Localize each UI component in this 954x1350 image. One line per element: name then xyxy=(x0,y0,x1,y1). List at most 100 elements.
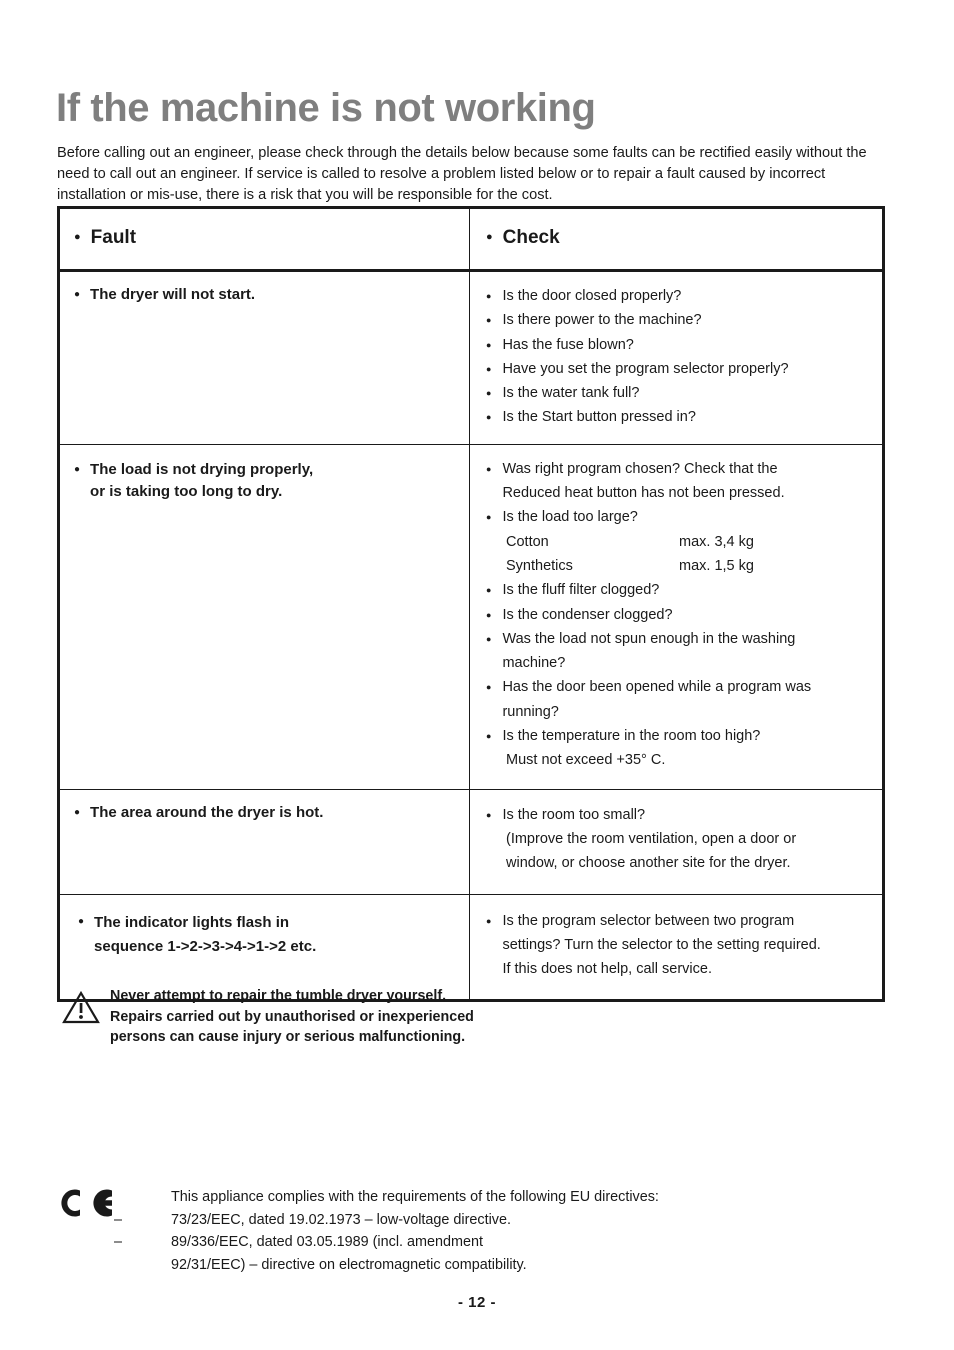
table-cell-fault: ● The load is not drying properly, or is… xyxy=(60,444,470,789)
bullet-icon: ● xyxy=(486,231,493,243)
bullet-icon: ● xyxy=(486,339,492,350)
bullet-icon: ● xyxy=(486,463,492,474)
column-header-fault: ● Fault xyxy=(74,227,459,249)
check-entry: ● Have you set the program selector prop… xyxy=(486,357,872,381)
table-header-row: ● Fault ● Check xyxy=(60,209,882,272)
column-header-check: ● Check xyxy=(486,227,872,249)
check-entry: ● Has the fuse blown? xyxy=(486,333,872,357)
check-entry: ● Is the Start button pressed in? xyxy=(486,405,872,429)
list-dash: – xyxy=(114,1234,123,1251)
column-header-fault-label: Fault xyxy=(90,227,137,248)
compliance-text: 73/23/EEC, dated 19.02.1973 – low-voltag… xyxy=(171,1211,511,1228)
table-header-cell-check: ● Check xyxy=(470,209,882,269)
check-text: Was the load not spun enough in the wash… xyxy=(502,630,796,672)
warning-block: Never attempt to repair the tumble dryer… xyxy=(62,986,474,1048)
check-entry: ● Is the room too small? xyxy=(486,803,872,827)
warning-triangle-icon xyxy=(62,990,100,1024)
check-text: Is the room too small? xyxy=(502,806,646,823)
table-cell-check: ● Is the room too small? (Improve the ro… xyxy=(470,790,882,894)
check-subitem-value: max. 1,5 kg xyxy=(679,557,754,574)
check-subitem-value: max. 3,4 kg xyxy=(679,533,754,550)
bullet-icon: ● xyxy=(486,388,492,399)
ce-mark-icon xyxy=(61,1189,112,1217)
compliance-lines: This appliance complies with the require… xyxy=(114,1186,884,1276)
bullet-icon: ● xyxy=(74,806,81,818)
bullet-icon: ● xyxy=(486,633,492,644)
check-entry: ● Is the door closed properly? xyxy=(486,284,872,308)
check-text: Is the door closed properly? xyxy=(502,288,682,304)
fault-text: The area around the dryer is hot. xyxy=(90,803,324,821)
check-list: ● Was right program chosen? Check that t… xyxy=(486,457,872,773)
bullet-icon: ● xyxy=(486,609,492,620)
list-dash: – xyxy=(114,1211,123,1228)
bullet-icon: ● xyxy=(486,291,492,301)
table-cell-check: ● Is the program selector between two pr… xyxy=(470,895,882,1000)
check-entry: ● Has the door been opened while a progr… xyxy=(486,675,872,724)
check-subitem-label: Synthetics xyxy=(506,557,573,574)
compliance-line: This appliance complies with the require… xyxy=(114,1186,884,1209)
bullet-icon: ● xyxy=(74,231,81,243)
bullet-icon: ● xyxy=(486,363,492,374)
check-text: Is there power to the machine? xyxy=(502,312,702,329)
check-text: Has the door been opened while a program… xyxy=(502,679,812,720)
check-entry: ● Is the program selector between two pr… xyxy=(486,909,872,982)
fault-text: The load is not drying properly, or is t… xyxy=(90,460,314,500)
check-text: Is the load too large? xyxy=(502,509,638,526)
bullet-icon: ● xyxy=(486,512,492,523)
document-page: If the machine is not working Before cal… xyxy=(0,0,954,1350)
check-entry: ● Is the water tank full? xyxy=(486,381,872,405)
check-entry: ● Is the temperature in the room too hig… xyxy=(486,724,872,748)
check-text: Is the condenser clogged? xyxy=(502,606,673,623)
table-cell-check: ● Was right program chosen? Check that t… xyxy=(470,445,882,789)
check-entry: ● Was the load not spun enough in the wa… xyxy=(486,627,872,676)
intro-paragraph: Before calling out an engineer, please c… xyxy=(57,144,867,203)
check-entry: ● Was right program chosen? Check that t… xyxy=(486,457,872,506)
table-row: ● The dryer will not start. ● Is the doo… xyxy=(60,272,882,444)
table-header-cell-fault: ● Fault xyxy=(60,209,470,269)
bullet-icon: ● xyxy=(74,463,81,475)
check-subitem-label: Cotton xyxy=(506,533,549,550)
check-list: ● Is the program selector between two pr… xyxy=(486,909,872,982)
page-title: If the machine is not working xyxy=(56,85,596,130)
check-entry: ● Is the fluff filter clogged? xyxy=(486,578,872,602)
table-cell-fault: ● The indicator lights flash in sequence… xyxy=(60,894,470,1000)
table-cell-fault: ● The area around the dryer is hot. xyxy=(60,789,470,894)
check-note: Must not exceed +35° C. xyxy=(506,752,666,769)
check-entry: ● Is the load too large? xyxy=(486,505,872,529)
table-cell-check: ● Is the door closed properly? ● Is ther… xyxy=(470,272,882,444)
check-entry: ● Is the condenser clogged? xyxy=(486,603,872,627)
bullet-icon: ● xyxy=(486,585,492,596)
check-text: Has the fuse blown? xyxy=(502,336,634,353)
check-text: Have you set the program selector proper… xyxy=(502,360,789,377)
check-text: Is the fluff filter clogged? xyxy=(502,582,660,599)
table-row: ● The indicator lights flash in sequence… xyxy=(60,893,882,1000)
check-note: (Improve the room ventilation, open a do… xyxy=(506,830,797,872)
column-header-check-label: Check xyxy=(502,227,560,248)
compliance-text: This appliance complies with the require… xyxy=(171,1189,659,1205)
compliance-line: – 89/336/EEC, dated 03.05.1989 (incl. am… xyxy=(114,1231,884,1276)
fault-text: The dryer will not start. xyxy=(90,286,256,303)
check-text: Is the temperature in the room too high? xyxy=(502,728,761,745)
bullet-icon: ● xyxy=(486,731,492,742)
bullet-icon: ● xyxy=(486,315,492,326)
bullet-icon: ● xyxy=(486,682,492,693)
fault-entry: ● The indicator lights flash in sequence… xyxy=(78,911,459,959)
check-list: ● Is the room too small? (Improve the ro… xyxy=(486,803,872,876)
warning-text: Never attempt to repair the tumble dryer… xyxy=(110,988,474,1045)
bullet-icon: ● xyxy=(74,289,81,300)
check-subitem-cotton: Cotton max. 3,4 kg xyxy=(486,530,872,554)
fault-entry: ● The area around the dryer is hot. xyxy=(74,802,459,824)
check-text: Is the program selector between two prog… xyxy=(502,912,821,978)
fault-text: The indicator lights flash in sequence 1… xyxy=(94,913,317,955)
check-text: Was right program chosen? Check that the… xyxy=(502,460,785,502)
check-text: Is the water tank full? xyxy=(502,385,640,402)
check-list: ● Is the door closed properly? ● Is ther… xyxy=(486,284,872,430)
check-text: Is the Start button pressed in? xyxy=(502,409,696,426)
fault-entry: ● The load is not drying properly, or is… xyxy=(74,459,459,503)
table-row: ● The load is not drying properly, or is… xyxy=(60,443,882,789)
fault-check-table: ● Fault ● Check ● The dryer will not sta… xyxy=(57,206,885,1003)
table-cell-fault: ● The dryer will not start. xyxy=(60,272,470,444)
fault-entry: ● The dryer will not start. xyxy=(74,284,459,306)
check-entry: ● Is there power to the machine? xyxy=(486,308,872,332)
bullet-icon: ● xyxy=(486,809,492,820)
